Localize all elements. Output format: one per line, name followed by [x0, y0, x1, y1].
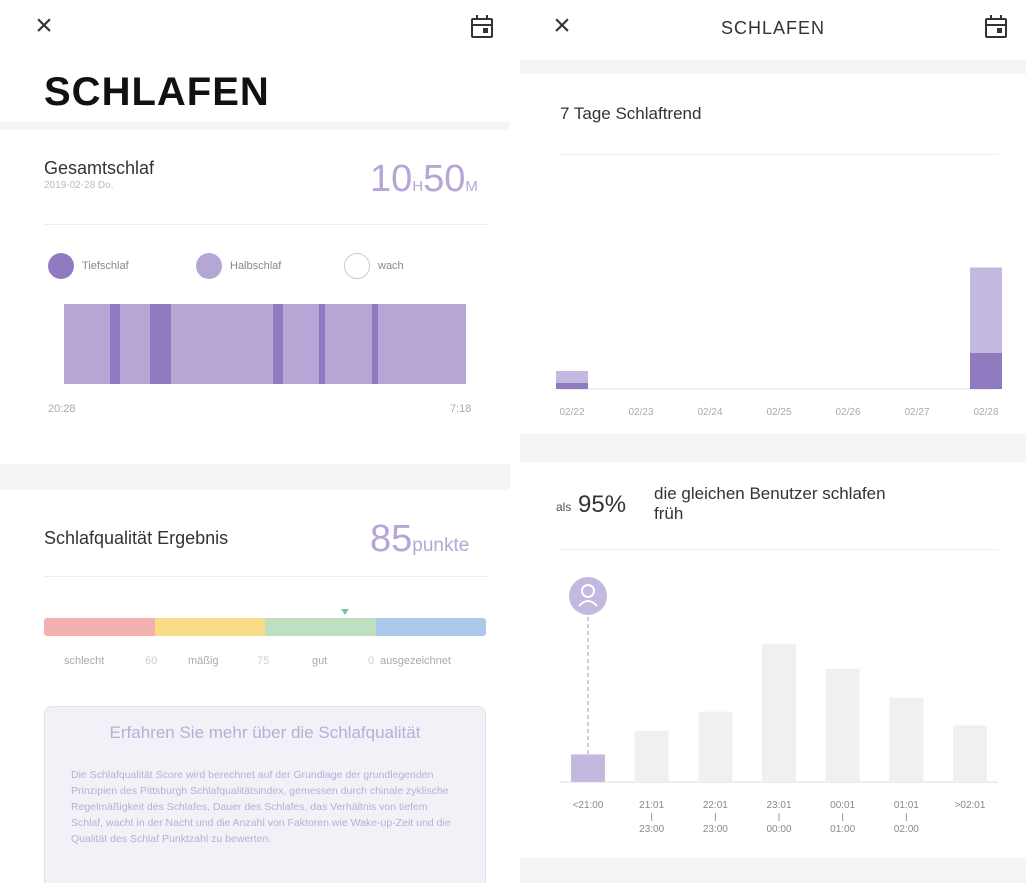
- minutes-value: 50: [423, 158, 466, 200]
- distribution-x-label: 23:01: [766, 800, 791, 811]
- section-separator: [520, 858, 1026, 883]
- quality-band-segment: [44, 618, 155, 636]
- legend-label: Tiefschlaf: [82, 260, 129, 272]
- trend-x-label: 02/27: [904, 407, 929, 418]
- quality-threshold: 60: [145, 655, 158, 667]
- distribution-x-label: 01:01: [894, 800, 919, 811]
- compare-prefix: als: [556, 500, 572, 514]
- distribution-x-label: 01:00: [830, 824, 855, 835]
- timeline-start: 20:28: [48, 403, 76, 415]
- section-separator: [520, 60, 1026, 74]
- light-sleep-dot: [196, 253, 222, 279]
- hours-value: 10: [370, 158, 413, 200]
- trend-x-label: 02/23: [628, 407, 653, 418]
- score-value: 85: [370, 518, 413, 560]
- deep-sleep-segment: [110, 304, 121, 384]
- trend-bar-deep: [970, 353, 1002, 389]
- total-sleep-value: 10H50M: [370, 158, 478, 201]
- sleep-trend-screen: × SCHLAFEN 7 Tage Schlaftrend 02/22 02/23…: [520, 0, 1026, 883]
- divider: [44, 576, 488, 577]
- legend-awake: wach: [344, 253, 404, 279]
- info-title: Erfahren Sie mehr über die Schlafqualitä…: [109, 723, 421, 742]
- page-title: SCHLAFEN: [44, 70, 270, 114]
- legend-light-sleep: Halbschlaf: [196, 253, 281, 279]
- legend-deep-sleep: Tiefschlaf: [48, 253, 129, 279]
- distribution-bar: [571, 754, 605, 782]
- distribution-bar: [825, 668, 860, 782]
- quality-band-fair: mäßig: [188, 655, 219, 667]
- page-title: SCHLAFEN: [720, 18, 826, 38]
- timeline-end: 7:18: [450, 403, 472, 415]
- trend-x-label: 02/22: [559, 407, 584, 418]
- trend-x-label: 02/25: [766, 407, 791, 418]
- distribution-x-label: 23:00: [703, 824, 728, 835]
- calendar-icon: [985, 15, 1007, 38]
- calendar-icon: [471, 15, 493, 38]
- minutes-unit: M: [465, 178, 478, 195]
- hours-unit: H: [412, 178, 424, 195]
- trend-x-label: 02/24: [697, 407, 722, 418]
- total-sleep-label: Gesamtschlaf: [44, 158, 155, 178]
- distribution-x-label: <21:00: [573, 800, 604, 811]
- distribution-x-label: >02:01: [955, 800, 986, 811]
- sleep-detail-screen: × SCHLAFEN Gesamtschlaf 2019-02-28 Do. 1…: [0, 0, 510, 883]
- trend-chart: 02/22 02/23 02/24 02/25 02/26 02/27 02/28: [556, 267, 1002, 418]
- distribution-x-label: 00:01: [830, 800, 855, 811]
- deep-sleep-segment: [319, 304, 326, 384]
- quality-band-segment: [375, 618, 486, 636]
- distribution-x-label: 02:00: [894, 824, 919, 835]
- close-icon: ×: [35, 9, 53, 42]
- close-button[interactable]: ×: [30, 9, 58, 42]
- bedtime-distribution-chart: <21:00 21:01 23:00 22:01 23:00 23:01 00:00 00:0…: [560, 577, 998, 835]
- quality-band-bad: schlecht: [64, 655, 105, 667]
- quality-band-segment: [154, 618, 265, 636]
- distribution-x-label: 23:00: [639, 824, 664, 835]
- distribution-x-label: 21:01: [639, 800, 664, 811]
- divider: [44, 224, 488, 225]
- score-unit: punkte: [412, 535, 470, 556]
- quality-threshold: 0: [368, 655, 375, 667]
- distribution-x-label: 22:01: [703, 800, 728, 811]
- section-separator: [0, 464, 510, 490]
- sleep-timeline-bar: [64, 304, 466, 384]
- quality-band-segment: [265, 618, 376, 636]
- compare-percent: 95%: [578, 491, 627, 518]
- trend-title: 7 Tage Schlaftrend: [560, 104, 702, 123]
- total-sleep-date: 2019-02-28 Do.: [44, 180, 114, 191]
- legend-label: Halbschlaf: [230, 260, 282, 272]
- section-separator: [0, 122, 510, 130]
- quality-scale-bar: [44, 618, 486, 636]
- awake-dot: [344, 253, 370, 279]
- distribution-bar: [889, 697, 924, 782]
- deep-sleep-dot: [48, 253, 74, 279]
- quality-info-card[interactable]: Erfahren Sie mehr über die Schlafqualitä…: [44, 706, 486, 883]
- calendar-button[interactable]: [468, 14, 496, 42]
- quality-band-excellent: ausgezeichnet: [380, 655, 451, 667]
- quality-threshold: 75: [257, 655, 270, 667]
- distribution-bar: [698, 711, 733, 782]
- distribution-bar: [953, 725, 987, 782]
- compare-text-line1: die gleichen Benutzer schlafen: [654, 484, 886, 503]
- legend-label: wach: [378, 260, 404, 272]
- section-separator: [520, 434, 1026, 462]
- distribution-x-label: 00:00: [766, 824, 791, 835]
- quality-label: Schlafqualität Ergebnis: [44, 528, 229, 548]
- trend-bar-deep: [556, 383, 588, 389]
- compare-text-line2: früh: [654, 504, 684, 523]
- quality-score: 85punkte: [370, 518, 469, 561]
- deep-sleep-segment: [150, 304, 171, 384]
- distribution-bar: [762, 644, 796, 782]
- deep-sleep-segment: [371, 304, 378, 384]
- trend-x-label: 02/26: [835, 407, 860, 418]
- distribution-bar: [634, 730, 669, 782]
- calendar-button[interactable]: [982, 14, 1010, 42]
- quality-marker: [340, 609, 349, 615]
- trend-x-label: 02/28: [973, 407, 998, 418]
- quality-band-good: gut: [312, 655, 328, 667]
- info-text: Die Schlafqualität Score wird berechnet …: [71, 769, 451, 845]
- deep-sleep-segment: [273, 304, 284, 384]
